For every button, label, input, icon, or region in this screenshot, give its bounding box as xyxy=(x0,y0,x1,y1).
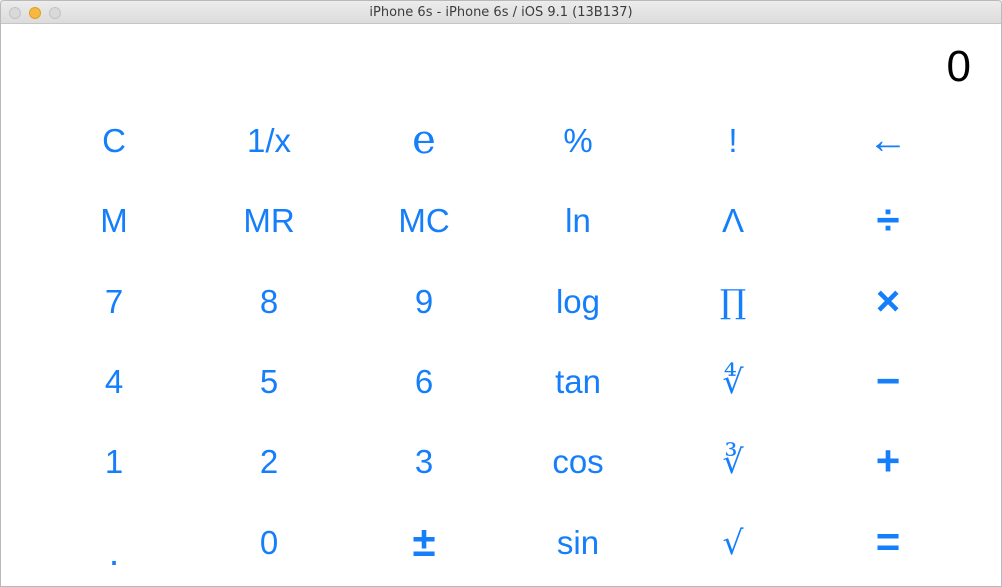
digit-2-button[interactable]: 2 xyxy=(199,426,339,496)
simulator-window: iPhone 6s - iPhone 6s / iOS 9.1 (13B137)… xyxy=(0,0,1002,587)
digit-3-button[interactable]: 3 xyxy=(354,426,494,496)
digit-9-button[interactable]: 9 xyxy=(354,266,494,336)
percent-button[interactable]: % xyxy=(508,105,648,175)
add-button[interactable]: + xyxy=(818,426,958,496)
memory-store-button[interactable]: M xyxy=(44,185,184,255)
clear-button[interactable]: C xyxy=(44,105,184,175)
digit-5-button[interactable]: 5 xyxy=(199,346,339,416)
tangent-button[interactable]: tan xyxy=(508,346,648,416)
title-bar: iPhone 6s - iPhone 6s / iOS 9.1 (13B137) xyxy=(1,1,1001,24)
reciprocal-button[interactable]: 1/x xyxy=(199,105,339,175)
natural-log-button[interactable]: ln xyxy=(508,185,648,255)
digit-4-button[interactable]: 4 xyxy=(44,346,184,416)
fourth-root-button[interactable]: ∜ xyxy=(663,346,803,416)
digit-8-button[interactable]: 8 xyxy=(199,266,339,336)
sine-button[interactable]: sin xyxy=(508,507,648,577)
factorial-button[interactable]: ! xyxy=(663,105,803,175)
calculator-screen: 0 C 1/x e % ! ← M MR MC ln Λ ÷ 7 8 9 log… xyxy=(1,24,1001,586)
power-button[interactable]: Λ xyxy=(663,185,803,255)
cube-root-button[interactable]: ∛ xyxy=(663,426,803,496)
memory-recall-button[interactable]: MR xyxy=(199,185,339,255)
square-root-button[interactable]: √ xyxy=(663,507,803,577)
digit-1-button[interactable]: 1 xyxy=(44,426,184,496)
digit-6-button[interactable]: 6 xyxy=(354,346,494,416)
equals-button[interactable]: = xyxy=(818,507,958,577)
log-button[interactable]: log xyxy=(508,266,648,336)
euler-constant-button[interactable]: e xyxy=(354,105,494,175)
decimal-point-button[interactable]: . xyxy=(44,507,184,577)
digit-0-button[interactable]: 0 xyxy=(199,507,339,577)
result-display: 0 xyxy=(946,42,971,91)
plus-minus-button[interactable]: ± xyxy=(354,507,494,577)
window-title: iPhone 6s - iPhone 6s / iOS 9.1 (13B137) xyxy=(369,5,633,20)
cosine-button[interactable]: cos xyxy=(508,426,648,496)
multiply-button[interactable]: × xyxy=(818,266,958,336)
digit-7-button[interactable]: 7 xyxy=(44,266,184,336)
subtract-button[interactable]: − xyxy=(818,346,958,416)
memory-clear-button[interactable]: MC xyxy=(354,185,494,255)
pi-button[interactable]: ∏ xyxy=(663,266,803,336)
backspace-button[interactable]: ← xyxy=(818,105,958,175)
divide-button[interactable]: ÷ xyxy=(818,185,958,255)
